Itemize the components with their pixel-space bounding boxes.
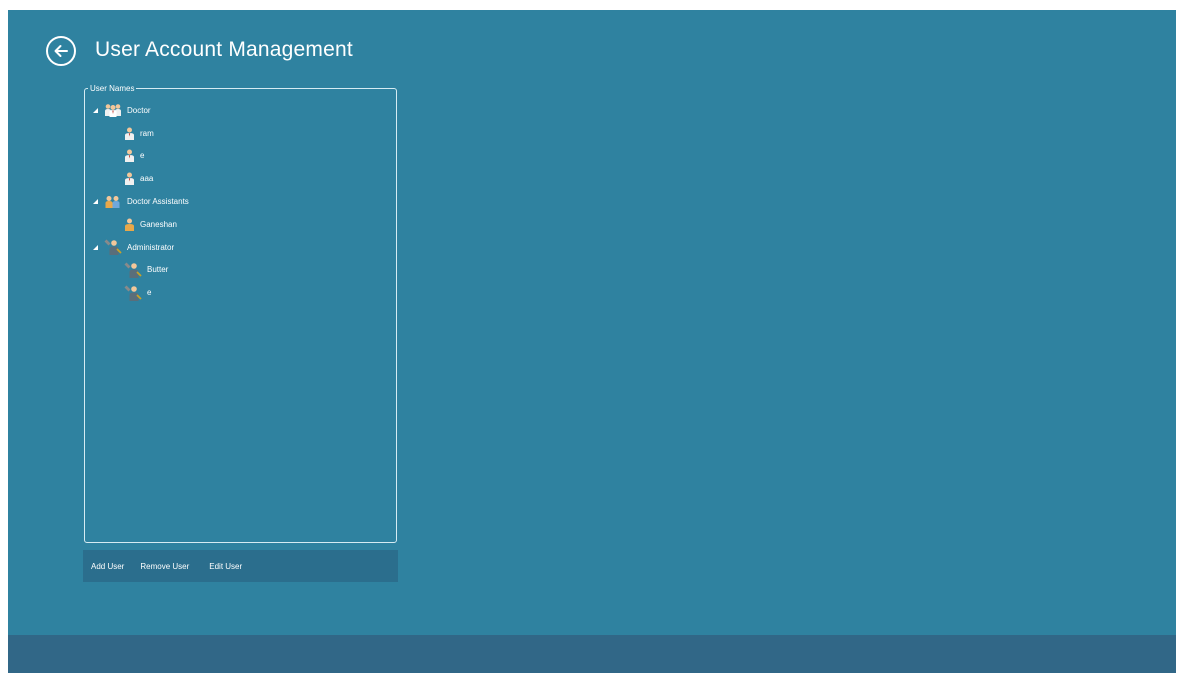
tree-group-label[interactable]: Doctor Assistants	[127, 197, 189, 206]
tree-user-item[interactable]: Ganeshan	[91, 213, 389, 236]
doctor-user-icon	[124, 127, 135, 140]
administrator-icon	[104, 239, 122, 256]
app-window: User Account Management User Names Docto…	[8, 10, 1176, 673]
tree-group-label[interactable]: Doctor	[127, 106, 151, 115]
administrator-user-icon	[124, 285, 142, 301]
remove-user-button[interactable]: Remove User	[140, 562, 189, 571]
tree-user-label[interactable]: e	[140, 151, 144, 160]
collapse-triangle-icon[interactable]	[91, 106, 100, 115]
tree-user-label[interactable]: aaa	[140, 174, 153, 183]
user-actions-toolbar: Add User Remove User Edit User	[83, 550, 398, 582]
arrow-left-icon	[54, 45, 68, 57]
user-names-group: User Names Doctor ram e aaa Doctor Assis…	[84, 83, 397, 543]
collapse-triangle-icon[interactable]	[91, 243, 100, 252]
tree-user-item[interactable]: aaa	[91, 167, 389, 190]
tree-group-administrator[interactable]: Administrator	[91, 236, 389, 259]
assistants-icon	[104, 195, 122, 209]
doctor-user-icon	[124, 149, 135, 163]
back-button[interactable]	[46, 36, 76, 66]
tree-user-label[interactable]: Butter	[147, 265, 168, 274]
group-legend: User Names	[88, 83, 137, 94]
assistant-user-icon	[124, 218, 135, 231]
group-icon	[104, 103, 122, 118]
tree-group-label[interactable]: Administrator	[127, 243, 174, 252]
administrator-user-icon	[124, 262, 142, 278]
tree-user-item[interactable]: ram	[91, 122, 389, 145]
tree-user-label[interactable]: e	[147, 288, 151, 297]
collapse-triangle-icon[interactable]	[91, 197, 100, 206]
doctor-user-icon	[124, 172, 135, 186]
tree-user-label[interactable]: ram	[140, 129, 154, 138]
tree-user-item[interactable]: e	[91, 145, 389, 168]
tree-user-item[interactable]: e	[91, 281, 389, 304]
bottom-app-bar	[8, 635, 1176, 673]
tree-user-item[interactable]: Butter	[91, 259, 389, 282]
tree-user-label[interactable]: Ganeshan	[140, 220, 177, 229]
user-tree: Doctor ram e aaa Doctor Assistants Ganes…	[91, 99, 389, 304]
add-user-button[interactable]: Add User	[91, 562, 124, 571]
tree-group-doctor[interactable]: Doctor	[91, 99, 389, 122]
edit-user-button[interactable]: Edit User	[209, 562, 242, 571]
tree-group-doctor-assistants[interactable]: Doctor Assistants	[91, 190, 389, 213]
page-title: User Account Management	[95, 38, 353, 61]
